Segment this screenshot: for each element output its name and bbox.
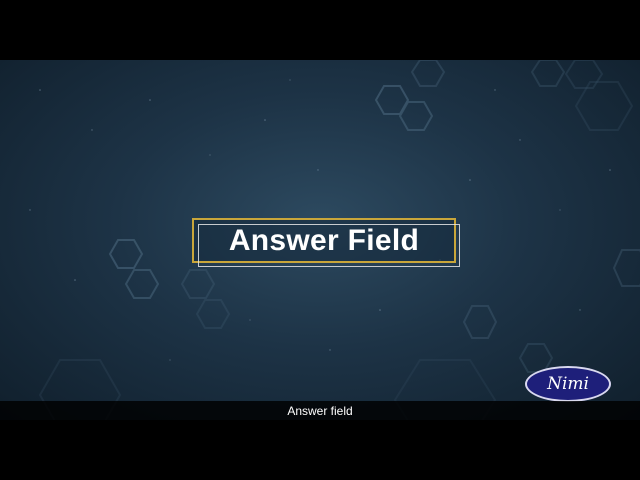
hexagon — [195, 299, 231, 329]
video-frame[interactable]: Answer Field Nimi Answer field — [0, 60, 640, 420]
hexagon — [564, 60, 604, 89]
logo-text: Nimi — [547, 374, 589, 394]
hexagon — [574, 81, 634, 131]
hexagon-group-top — [374, 60, 634, 131]
hexagon — [410, 60, 446, 87]
caption-text: Answer field — [287, 403, 353, 418]
letterbox-bottom — [0, 420, 640, 480]
title-frame: Answer Field — [192, 218, 460, 267]
caption-bar: Answer field — [0, 401, 640, 420]
hexagon — [180, 269, 216, 299]
hexagon — [530, 60, 566, 87]
hexagon-group-left — [38, 239, 231, 420]
hexagon — [612, 249, 640, 287]
brand-logo: Nimi — [525, 366, 611, 402]
hexagon — [398, 101, 434, 131]
hexagon — [462, 305, 498, 339]
slide-title: Answer Field — [228, 223, 420, 257]
letterbox-top — [0, 0, 640, 60]
hexagon — [108, 239, 144, 269]
hexagon — [124, 269, 160, 299]
hexagon-group-right — [393, 249, 640, 420]
